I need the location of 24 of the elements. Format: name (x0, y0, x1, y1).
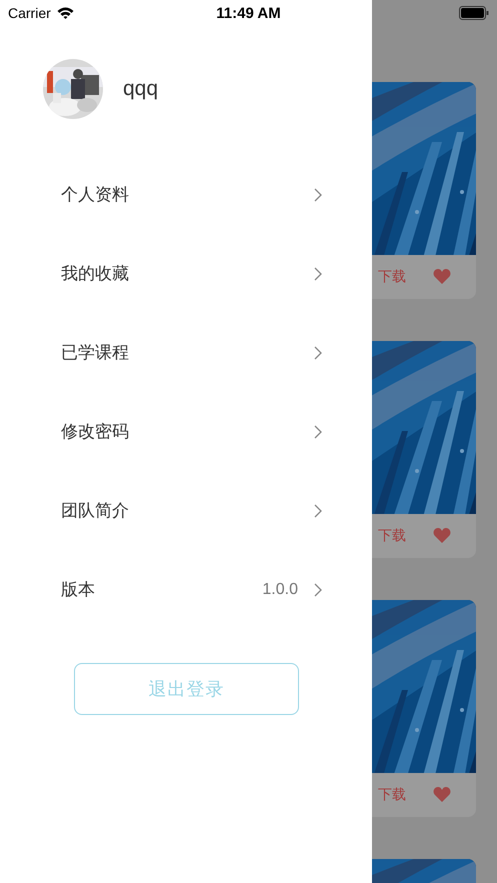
chevron-right-icon (314, 582, 322, 596)
heart-icon[interactable] (433, 269, 451, 285)
menu-item[interactable]: 团队简介 (0, 471, 372, 550)
carrier-label: Carrier (8, 5, 51, 21)
download-label: 下载 (378, 527, 406, 545)
download-label: 下载 (378, 786, 406, 804)
version-value: 1.0.0 (262, 580, 298, 598)
menu-item[interactable]: 我的收藏 (0, 234, 372, 313)
heart-icon[interactable] (433, 787, 451, 803)
user-name: qqq (123, 77, 158, 101)
chevron-right-icon (314, 188, 322, 202)
chevron-right-icon (314, 504, 322, 518)
menu-item[interactable]: 版本 1.0.0 (0, 550, 372, 629)
menu-item[interactable]: 修改密码 (0, 392, 372, 471)
menu-item[interactable]: 个人资料 (0, 155, 372, 234)
chevron-right-icon (314, 266, 322, 280)
chevron-right-icon (314, 346, 322, 360)
heart-icon[interactable] (433, 528, 451, 544)
download-label: 下载 (378, 268, 406, 286)
menu-item[interactable]: 已学课程 (0, 313, 372, 392)
status-time: 11:49 AM (216, 4, 281, 22)
wifi-icon (56, 7, 74, 19)
chevron-right-icon (314, 424, 322, 438)
battery-icon (459, 6, 489, 20)
